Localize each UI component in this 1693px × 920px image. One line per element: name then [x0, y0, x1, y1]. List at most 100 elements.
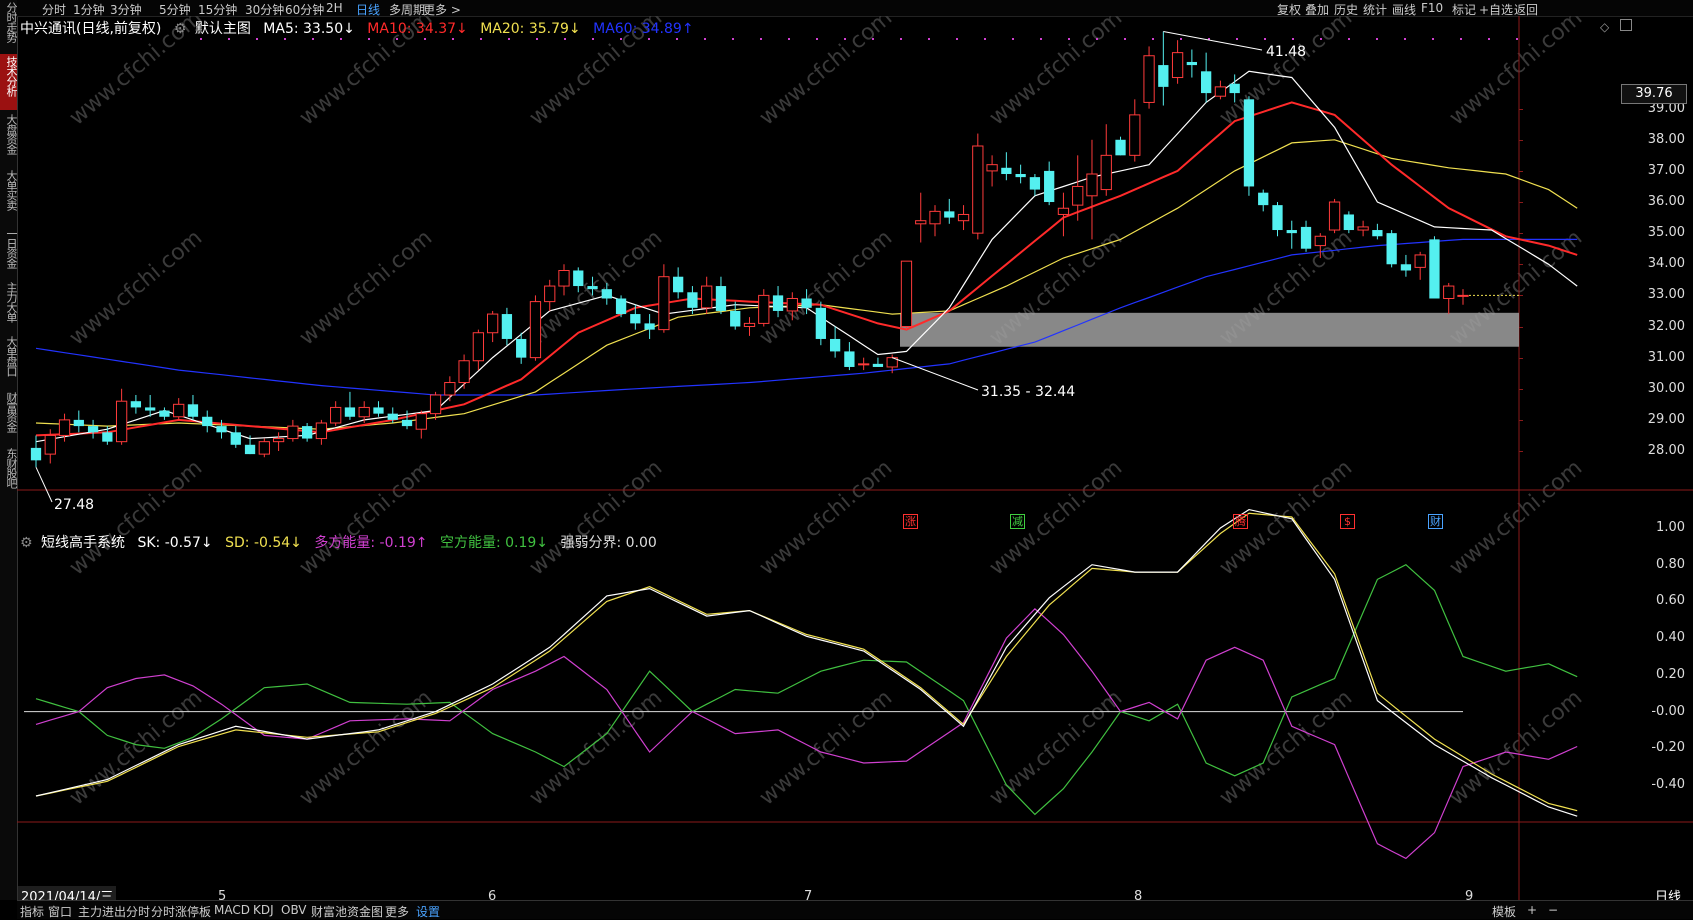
- candle[interactable]: [1400, 254, 1412, 277]
- candle[interactable]: [1243, 96, 1255, 196]
- candle[interactable]: [1258, 189, 1269, 212]
- bottom-tab-4[interactable]: 分时涨停板: [151, 903, 211, 920]
- bottom-tab-1[interactable]: 指标: [20, 903, 44, 920]
- candle[interactable]: [1171, 40, 1184, 84]
- candle[interactable]: [501, 307, 513, 346]
- bottom-right-2[interactable]: +: [1527, 903, 1537, 917]
- candle[interactable]: [159, 407, 170, 420]
- candle[interactable]: [1214, 80, 1227, 100]
- candle[interactable]: [187, 394, 199, 420]
- candle[interactable]: [1328, 198, 1341, 234]
- action-button-6[interactable]: F10: [1421, 1, 1443, 15]
- candle[interactable]: [944, 198, 955, 224]
- candle[interactable]: [1286, 220, 1297, 249]
- bottom-tab-5[interactable]: MACD: [214, 903, 250, 917]
- candle[interactable]: [373, 401, 384, 417]
- chart-settings-icon[interactable]: ⚙: [174, 21, 187, 37]
- candle[interactable]: [1343, 211, 1354, 234]
- candle[interactable]: [1414, 251, 1426, 280]
- indicator-name[interactable]: 短线高手系统: [41, 535, 125, 551]
- candle[interactable]: [673, 267, 684, 299]
- candle[interactable]: [844, 342, 855, 371]
- sidebar-item-8[interactable]: 财富资金: [0, 390, 18, 444]
- candle[interactable]: [986, 155, 998, 187]
- candle[interactable]: [758, 289, 770, 327]
- candle[interactable]: [644, 314, 655, 339]
- sidebar-item-7[interactable]: 大单盘口: [0, 334, 18, 388]
- indicator-settings-icon[interactable]: ⚙: [20, 535, 33, 551]
- candle[interactable]: [344, 391, 356, 420]
- candle[interactable]: [230, 426, 241, 448]
- event-marker-1[interactable]: 涨: [903, 514, 918, 529]
- candle[interactable]: [558, 264, 570, 296]
- sidebar-item-5[interactable]: 一日资金: [0, 226, 18, 278]
- sidebar-item-9[interactable]: 东财股吧: [0, 446, 18, 496]
- candle[interactable]: [1272, 202, 1283, 237]
- candle[interactable]: [272, 432, 285, 451]
- candle[interactable]: [415, 410, 427, 439]
- stock-title[interactable]: 中兴通讯(日线,前复权): [20, 21, 161, 37]
- candle[interactable]: [73, 410, 84, 433]
- bottom-right-1[interactable]: 模板: [1492, 903, 1516, 920]
- event-marker-2[interactable]: 减: [1010, 514, 1025, 529]
- kline-chart[interactable]: www.cfchi.com www.cfchi.com www.cfchi.com w…: [17, 16, 1693, 900]
- candle[interactable]: [87, 419, 99, 439]
- candle[interactable]: [1086, 139, 1098, 240]
- candle[interactable]: [872, 357, 884, 367]
- candle[interactable]: [1201, 52, 1212, 103]
- candle[interactable]: [130, 394, 142, 414]
- candle[interactable]: [929, 205, 941, 237]
- candle[interactable]: [1357, 220, 1369, 237]
- sidebar-item-6[interactable]: 主力大单: [0, 280, 18, 332]
- candle[interactable]: [1158, 31, 1169, 106]
- candle[interactable]: [287, 419, 299, 442]
- bottom-tab-2[interactable]: 窗口: [48, 903, 72, 920]
- candle[interactable]: [1372, 223, 1383, 240]
- candle[interactable]: [900, 260, 913, 330]
- sidebar-item-2[interactable]: 技术分析: [0, 54, 18, 110]
- candle[interactable]: [815, 301, 826, 346]
- candle[interactable]: [487, 310, 499, 343]
- candle[interactable]: [301, 422, 313, 442]
- candle[interactable]: [115, 388, 128, 445]
- candle[interactable]: [1100, 124, 1112, 196]
- candle[interactable]: [730, 301, 741, 330]
- window-toggle-icon[interactable]: [1620, 19, 1632, 31]
- event-marker-4[interactable]: $: [1340, 514, 1355, 529]
- candle[interactable]: [1143, 46, 1155, 109]
- bottom-right-3[interactable]: −: [1548, 903, 1558, 917]
- candle[interactable]: [173, 398, 185, 420]
- candle[interactable]: [330, 401, 342, 427]
- bottom-tab-8[interactable]: 财富池资金图: [311, 903, 383, 920]
- candle[interactable]: [615, 295, 627, 318]
- collapse-icon[interactable]: ◇: [1600, 20, 1609, 34]
- candle[interactable]: [1057, 192, 1070, 237]
- candle[interactable]: [1029, 174, 1041, 196]
- candle[interactable]: [1186, 49, 1198, 78]
- bottom-tab-3[interactable]: 主力进出分时: [78, 903, 150, 920]
- candle[interactable]: [1300, 220, 1312, 252]
- candle[interactable]: [743, 317, 756, 336]
- candle[interactable]: [472, 329, 485, 371]
- candle[interactable]: [1429, 236, 1440, 299]
- bottom-tab-6[interactable]: KDJ: [253, 903, 274, 917]
- candle[interactable]: [1115, 136, 1126, 156]
- candle[interactable]: [1129, 99, 1141, 162]
- event-marker-5[interactable]: 财: [1428, 514, 1443, 529]
- candle[interactable]: [1457, 289, 1469, 305]
- candle[interactable]: [715, 276, 727, 315]
- event-marker-3[interactable]: 腾: [1233, 514, 1248, 529]
- candle[interactable]: [458, 354, 470, 389]
- candle[interactable]: [529, 295, 542, 361]
- sidebar-item-4[interactable]: 大单买卖: [0, 168, 18, 224]
- candle[interactable]: [444, 376, 456, 402]
- candle[interactable]: [1443, 282, 1455, 315]
- sidebar-item-3[interactable]: 大盘资金: [0, 112, 18, 166]
- bottom-tab-9[interactable]: 更多: [385, 903, 409, 920]
- candle[interactable]: [658, 264, 670, 333]
- candle[interactable]: [202, 410, 213, 433]
- candle[interactable]: [858, 357, 870, 371]
- candle[interactable]: [957, 205, 970, 231]
- candle[interactable]: [258, 438, 270, 458]
- period-tab-8[interactable]: 2H: [326, 1, 343, 15]
